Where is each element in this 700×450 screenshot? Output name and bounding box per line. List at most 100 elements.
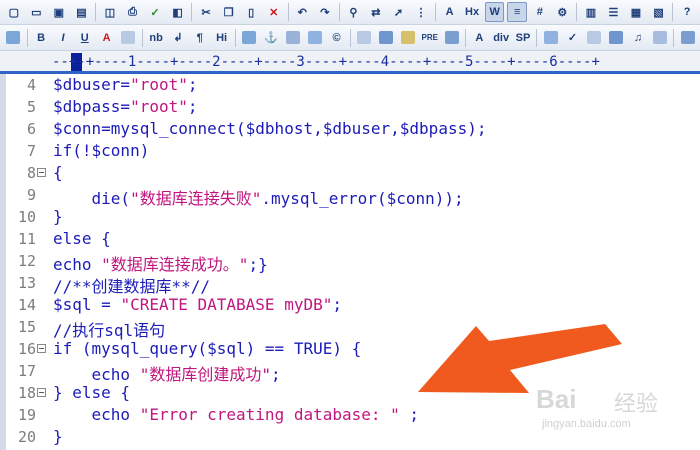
code-token: } xyxy=(53,427,63,446)
nbsp-button[interactable]: nb xyxy=(147,28,166,48)
form-icon[interactable] xyxy=(650,28,669,48)
comment-icon[interactable] xyxy=(305,28,324,48)
toolbar-separator xyxy=(672,3,674,21)
line-number: 11 xyxy=(17,230,36,248)
main-toolbar: ▢ ▭ ▣ ▤ ◫ ⎙ ✓ ◧ ✂ ❐ ▯ ✕ ↶ ↷ ⚲ ⇄ ➚ ⋮ A Hx W ≡ # ⚙ ▥ ☰ ▦ ▧? xyxy=(0,0,700,25)
line-break-icon[interactable]: ↲ xyxy=(169,28,188,48)
font-color-icon[interactable]: A xyxy=(97,28,116,48)
string-literal: "root" xyxy=(130,97,188,116)
spellcheck-icon[interactable]: ✓ xyxy=(145,2,165,22)
code-line[interactable]: 14 $sql = "CREATE DATABASE myDB"; xyxy=(0,294,700,316)
span-button[interactable]: SP xyxy=(514,28,533,48)
code-token: ; xyxy=(187,97,198,116)
code-line[interactable]: 7 if(!$conn) xyxy=(0,140,700,162)
anchor-icon[interactable]: ⚓ xyxy=(262,28,281,48)
code-line[interactable]: 13//**创建数据库**// xyxy=(0,272,700,296)
heading-button[interactable]: Hi xyxy=(212,28,231,48)
color-picker-icon[interactable] xyxy=(119,28,138,48)
save-all-icon[interactable]: ▤ xyxy=(72,2,92,22)
window-icon[interactable]: ▦ xyxy=(626,2,646,22)
toolbar-separator xyxy=(576,3,578,21)
code-text: else { xyxy=(53,229,111,248)
code-line[interactable]: 12 echo "数据库连接成功。";} xyxy=(0,250,700,274)
fold-toggle-icon[interactable] xyxy=(37,344,46,353)
fold-toggle-icon[interactable] xyxy=(37,168,46,177)
find-icon[interactable]: ⚲ xyxy=(344,2,364,22)
settings-icon[interactable]: ⚙ xyxy=(553,2,573,22)
code-line[interactable]: 9 die("数据库连接失败".mysql_error($conn)); xyxy=(0,184,700,208)
print-icon[interactable]: ⎙ xyxy=(123,2,143,22)
redo-icon[interactable]: ↷ xyxy=(315,2,335,22)
line-number: 15 xyxy=(17,318,36,336)
check-icon[interactable]: ✓ xyxy=(563,28,582,48)
cut-icon[interactable]: ✂ xyxy=(196,2,216,22)
code-line[interactable]: 4 $dbuser="root"; xyxy=(0,74,700,96)
html-validate-icon[interactable]: ◧ xyxy=(168,2,188,22)
pre-button[interactable]: PRE xyxy=(420,28,439,48)
music-icon[interactable]: ♫ xyxy=(629,28,648,48)
media-icon[interactable] xyxy=(585,28,604,48)
panel-icon[interactable] xyxy=(678,28,697,48)
bold-button[interactable]: B xyxy=(32,28,51,48)
replace-icon[interactable]: ⇄ xyxy=(366,2,386,22)
word-wrap-icon[interactable]: W xyxy=(484,2,505,22)
toolbar-separator xyxy=(141,28,143,47)
goto-icon[interactable]: ➚ xyxy=(389,2,409,22)
underline-button[interactable]: U xyxy=(75,28,94,48)
browser-icon[interactable] xyxy=(4,28,23,48)
code-line[interactable]: 15//执行sql语句 xyxy=(0,316,700,340)
string-literal: "root" xyxy=(130,75,188,94)
fold-toggle-icon[interactable] xyxy=(37,388,46,397)
center-icon[interactable] xyxy=(399,28,418,48)
save-icon[interactable]: ▣ xyxy=(49,2,69,22)
code-line[interactable]: 5 $dbpass="root"; xyxy=(0,96,700,118)
video-icon[interactable] xyxy=(607,28,626,48)
delete-icon[interactable]: ✕ xyxy=(264,2,284,22)
undo-icon[interactable]: ↶ xyxy=(293,2,313,22)
edit-icon[interactable] xyxy=(541,28,560,48)
column-ruler: --+-+----1----+----2----+----3----+----4… xyxy=(0,51,700,74)
new-file-icon[interactable]: ▢ xyxy=(4,2,24,22)
line-numbers-icon[interactable]: # xyxy=(530,2,550,22)
code-line[interactable]: 16 if (mysql_query($sql) == TRUE) { xyxy=(0,338,700,360)
frame-icon[interactable] xyxy=(377,28,396,48)
list-icon[interactable]: ☰ xyxy=(604,2,624,22)
view-icon[interactable]: ▥ xyxy=(581,2,601,22)
code-text: } else { xyxy=(53,383,130,402)
watermark: Bai 经验 jingyan.baidu.com xyxy=(532,380,692,435)
help-icon[interactable]: ? xyxy=(677,2,697,22)
font-icon[interactable]: A xyxy=(470,28,489,48)
line-number: 20 xyxy=(17,428,36,446)
image-icon[interactable] xyxy=(240,28,259,48)
toolbar-separator xyxy=(338,3,340,21)
hex-mode-icon[interactable]: Hx xyxy=(462,2,482,22)
code-token: if (mysql_query($sql) == TRUE) { xyxy=(53,339,362,358)
string-literal: "CREATE DATABASE myDB" xyxy=(120,295,333,314)
copyright-icon[interactable]: © xyxy=(327,28,346,48)
paste-icon[interactable]: ▯ xyxy=(241,2,261,22)
code-line[interactable]: 8{ xyxy=(0,162,700,184)
window2-icon[interactable]: ▧ xyxy=(649,2,669,22)
italic-button[interactable]: I xyxy=(54,28,73,48)
list-icon[interactable] xyxy=(442,28,461,48)
code-text: $sql = "CREATE DATABASE myDB"; xyxy=(53,295,342,314)
column-mode-icon[interactable]: ≡ xyxy=(507,2,528,22)
insert-column-icon[interactable]: ⋮ xyxy=(411,2,431,22)
code-line[interactable]: 17 echo "数据库创建成功"; xyxy=(0,360,700,384)
code-line[interactable]: 6 $conn=mysql_connect($dbhost,$dbuser,$db… xyxy=(0,118,700,140)
watermark-logo-cn: 经验 xyxy=(614,392,659,417)
table-icon[interactable] xyxy=(355,28,374,48)
code-line[interactable]: 10} xyxy=(0,206,700,228)
div-button[interactable]: div xyxy=(492,28,511,48)
font-size-icon[interactable]: A xyxy=(440,2,460,22)
copy-icon[interactable]: ❐ xyxy=(219,2,239,22)
line-number: 8 xyxy=(26,164,36,182)
horizontal-rule-icon[interactable] xyxy=(284,28,303,48)
open-folder-icon[interactable]: ▭ xyxy=(27,2,47,22)
line-number: 10 xyxy=(17,208,36,226)
line-number: 17 xyxy=(17,362,36,380)
print-preview-icon[interactable]: ◫ xyxy=(100,2,120,22)
paragraph-icon[interactable]: ¶ xyxy=(190,28,209,48)
code-token: $sql = xyxy=(53,295,121,314)
code-line[interactable]: 11 else { xyxy=(0,228,700,250)
